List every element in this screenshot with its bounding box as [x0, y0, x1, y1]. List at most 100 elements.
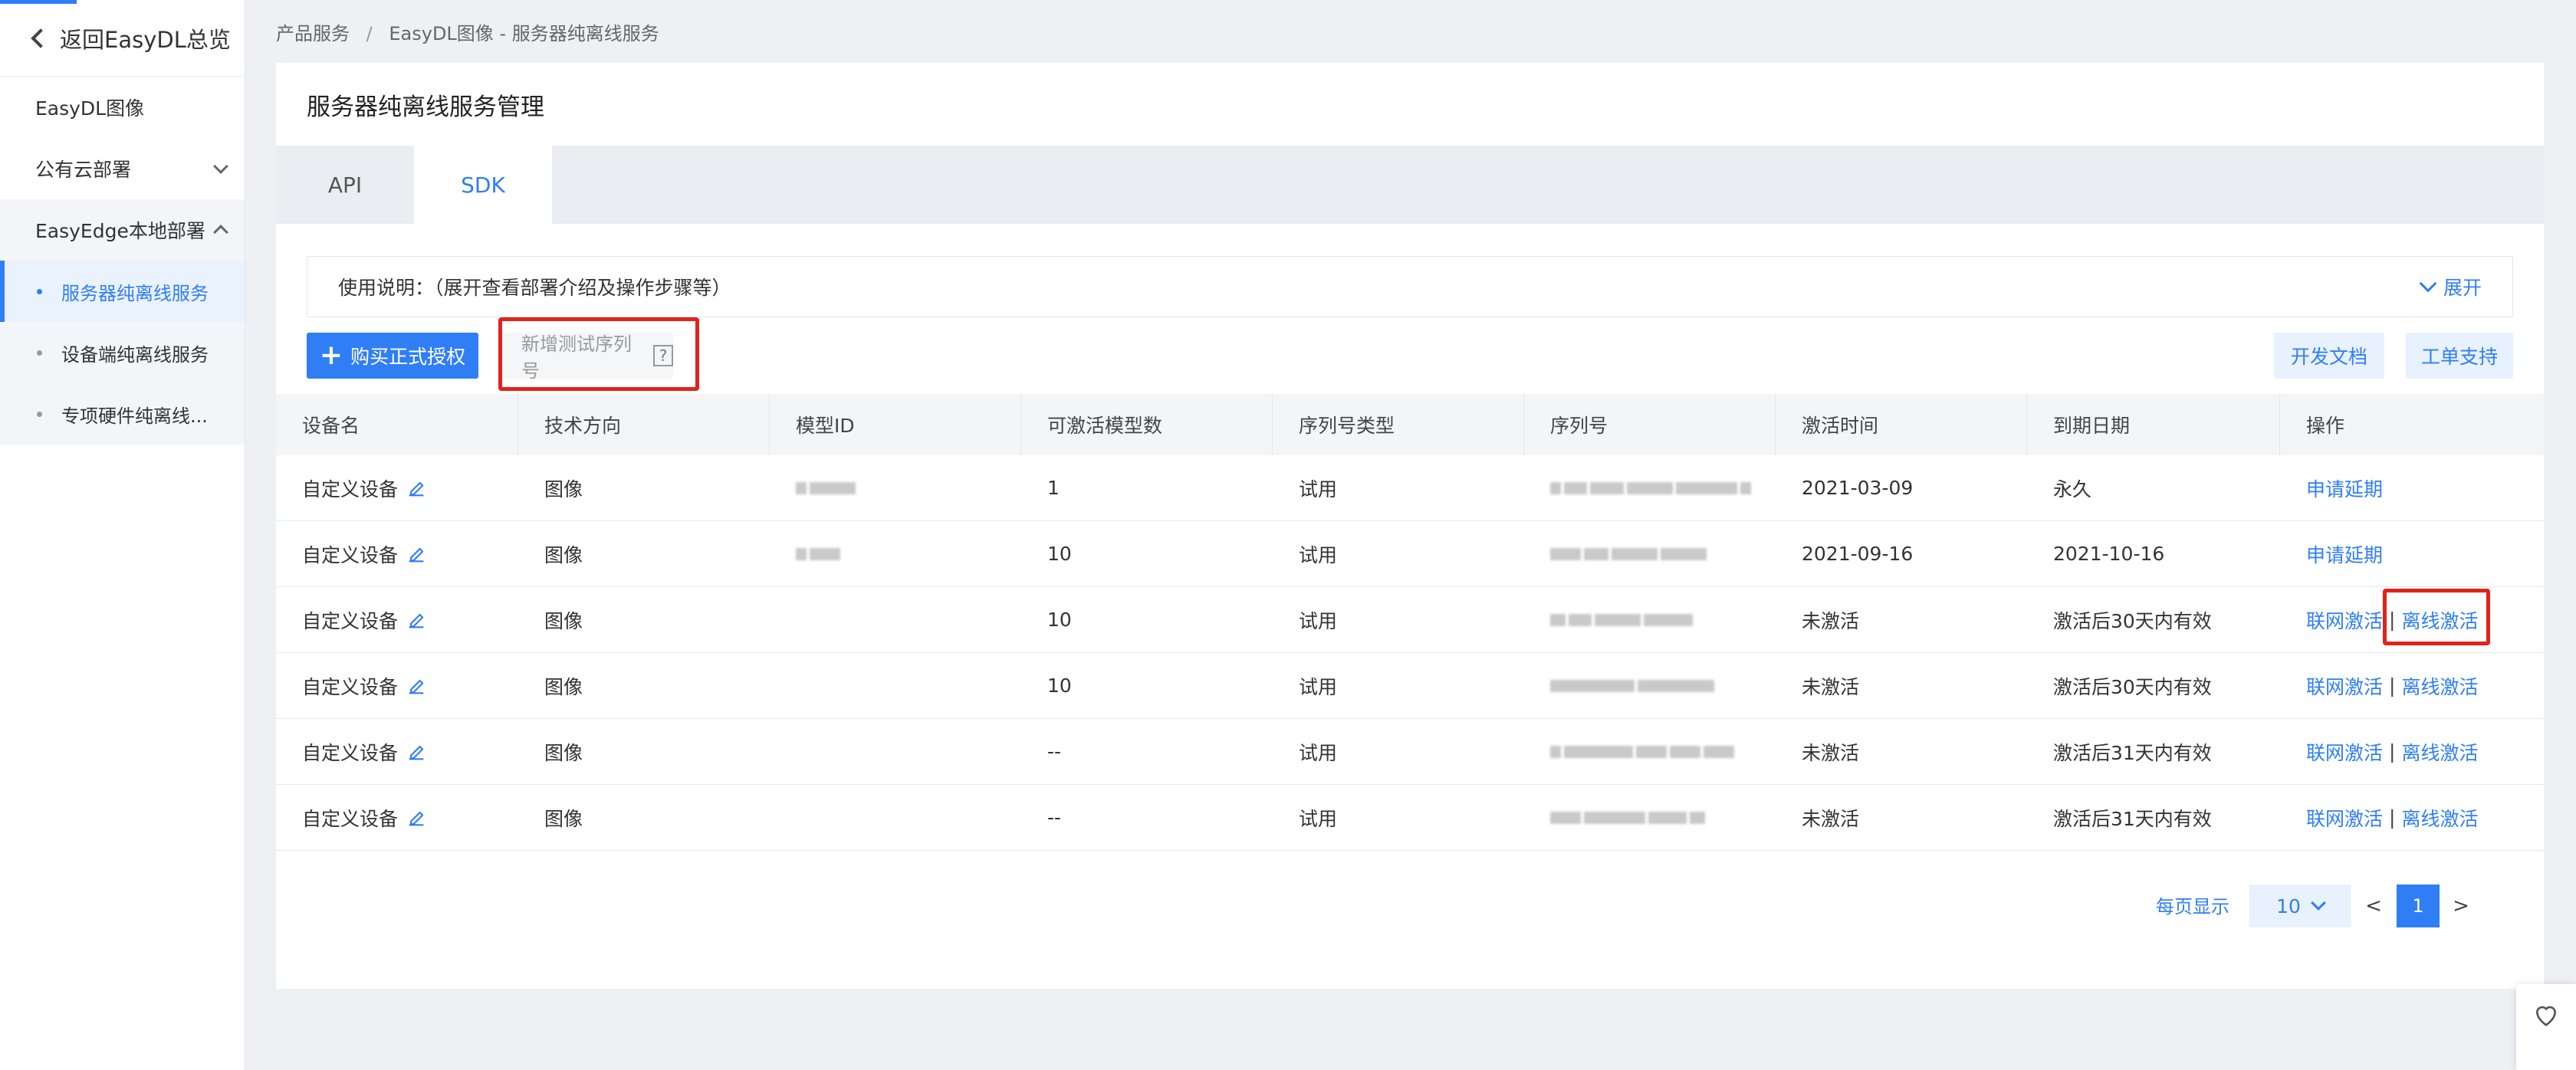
blurred-value: [1550, 745, 1734, 758]
offline-activate-link[interactable]: 离线激活: [2401, 738, 2478, 766]
highlight-box-add-test: [498, 317, 699, 391]
model-id-cell: [770, 521, 1021, 586]
serial-number-cell: [1524, 719, 1776, 784]
blurred-value: [796, 481, 856, 494]
edit-pencil-icon[interactable]: [406, 478, 427, 499]
device-name: 自定义设备: [302, 543, 399, 566]
device-name-cell: 自定义设备: [276, 455, 518, 520]
sidebar-subitem-server-offline[interactable]: 服务器纯离线服务: [0, 261, 245, 322]
highlight-box-offline-activate: [2383, 589, 2490, 645]
tab-api[interactable]: API: [276, 146, 414, 224]
ticket-support-button[interactable]: 工单支持: [2406, 333, 2513, 379]
table-row: 自定义设备 图像 -- 试用 未激活 激活后31天内有效 联网激活 | 离线激活: [276, 719, 2544, 785]
sidebar-item-easyedge[interactable]: EasyEdge本地部署: [0, 199, 245, 261]
column-header: 到期日期: [2027, 394, 2280, 455]
model-count-cell: --: [1047, 806, 1062, 829]
model-id-cell: [770, 719, 1021, 784]
model-id-cell: [770, 785, 1021, 850]
edit-pencil-icon[interactable]: [406, 609, 427, 631]
edit-pencil-icon[interactable]: [406, 807, 427, 829]
next-page-button[interactable]: >: [2446, 885, 2476, 927]
expand-button[interactable]: 展开: [2419, 273, 2482, 300]
table-row: 自定义设备 图像 10 试用 2021-09-16 2021-10-16 申请延…: [276, 521, 2544, 587]
direction-cell: 图像: [544, 675, 583, 698]
model-count-cell: --: [1047, 740, 1062, 763]
actions-cell: 申请延期: [2280, 521, 2544, 586]
device-name: 自定义设备: [302, 741, 399, 764]
request-extension-link[interactable]: 申请延期: [2306, 540, 2383, 568]
sidebar-subitem-label: 服务器纯离线服务: [61, 282, 209, 304]
dev-docs-label: 开发文档: [2290, 346, 2367, 368]
serial-type-cell: 试用: [1299, 478, 1338, 501]
online-activate-link[interactable]: 联网激活: [2306, 606, 2383, 634]
bullet-icon: [37, 350, 42, 356]
model-id-cell: [770, 587, 1021, 652]
serial-type-cell: 试用: [1299, 807, 1338, 830]
column-header: 模型ID: [770, 394, 1021, 455]
activation-time-cell: 未激活: [1802, 609, 1860, 632]
edit-pencil-icon[interactable]: [406, 675, 427, 697]
activation-time-cell: 2021-09-16: [1802, 543, 1914, 565]
serial-number-cell: [1524, 653, 1776, 718]
model-id-cell: [770, 455, 1021, 520]
edit-pencil-icon[interactable]: [406, 741, 427, 763]
tab-label: SDK: [461, 172, 505, 198]
back-to-overview-link[interactable]: 返回EasyDL总览: [0, 0, 245, 77]
sidebar-subitem-hardware-offline[interactable]: 专项硬件纯离线...: [0, 383, 245, 445]
pagination: 每页显示 10 < 1 >: [276, 881, 2544, 927]
direction-cell: 图像: [544, 609, 583, 632]
direction-cell: 图像: [544, 543, 583, 566]
sidebar-subitem-device-offline[interactable]: 设备端纯离线服务: [0, 322, 245, 383]
expiry-cell: 激活后31天内有效: [2053, 741, 2212, 764]
ticket-support-label: 工单支持: [2420, 346, 2498, 368]
sidebar-item-public-cloud[interactable]: 公有云部署: [0, 138, 245, 199]
actions-cell: 联网激活 | 离线激活: [2280, 719, 2544, 784]
device-name-cell: 自定义设备: [276, 719, 518, 784]
blurred-value: [796, 547, 840, 560]
activation-time-cell: 未激活: [1802, 741, 1860, 764]
column-header: 序列号类型: [1273, 394, 1524, 455]
offline-activate-link[interactable]: 离线激活: [2401, 672, 2478, 700]
page-size-select[interactable]: 10: [2249, 885, 2351, 927]
blurred-value: [1550, 679, 1714, 692]
heart-icon[interactable]: [2531, 999, 2561, 1030]
device-name-cell: 自定义设备: [276, 587, 518, 652]
sidebar: 返回EasyDL总览 EasyDL图像 公有云部署 EasyEdge本地部署 服…: [0, 0, 245, 1070]
chevron-up-icon: [213, 225, 228, 240]
dev-docs-button[interactable]: 开发文档: [2274, 333, 2384, 379]
activation-time-cell: 未激活: [1802, 675, 1860, 698]
tab-label: API: [327, 172, 363, 198]
column-header: 技术方向: [518, 394, 770, 455]
model-count-cell: 10: [1047, 609, 1072, 631]
usage-instructions: 使用说明：（展开查看部署介绍及操作步骤等） 展开: [307, 256, 2513, 317]
expiry-cell: 2021-10-16: [2053, 543, 2165, 565]
page-1-button[interactable]: 1: [2397, 885, 2440, 927]
device-name-cell: 自定义设备: [276, 785, 518, 850]
online-activate-link[interactable]: 联网激活: [2306, 672, 2383, 700]
buy-license-button[interactable]: + 购买正式授权: [307, 333, 478, 379]
chevron-down-icon: [213, 159, 228, 174]
expiry-cell: 激活后31天内有效: [2053, 807, 2212, 830]
sidebar-item-easydl-image[interactable]: EasyDL图像: [0, 77, 245, 138]
online-activate-link[interactable]: 联网激活: [2306, 738, 2383, 766]
activation-time-cell: 未激活: [1802, 807, 1860, 830]
sdk-content-panel: 使用说明：（展开查看部署介绍及操作步骤等） 展开 + 购买正式授权 新增测试序列…: [276, 224, 2544, 989]
table-row: 自定义设备 图像 10 试用 未激活 激活后30天内有效 联网激活 | 离线激活: [276, 587, 2544, 653]
prev-page-button[interactable]: <: [2358, 885, 2389, 927]
action-separator: |: [2389, 806, 2396, 829]
offline-activate-link[interactable]: 离线激活: [2401, 804, 2478, 832]
tab-sdk[interactable]: SDK: [414, 146, 552, 224]
serial-number-cell: [1524, 455, 1776, 520]
online-activate-link[interactable]: 联网激活: [2306, 804, 2383, 832]
sidebar-item-label: EasyEdge本地部署: [35, 220, 205, 242]
request-extension-link[interactable]: 申请延期: [2306, 474, 2383, 502]
model-count-cell: 1: [1047, 477, 1060, 499]
device-name: 自定义设备: [302, 478, 399, 501]
expiry-cell: 永久: [2053, 478, 2092, 501]
edit-pencil-icon[interactable]: [406, 543, 427, 565]
direction-cell: 图像: [544, 807, 583, 830]
expand-label: 展开: [2443, 277, 2482, 299]
breadcrumb-item-products[interactable]: 产品服务: [276, 23, 350, 44]
serial-number-cell: [1524, 587, 1776, 652]
blurred-value: [1550, 481, 1751, 494]
